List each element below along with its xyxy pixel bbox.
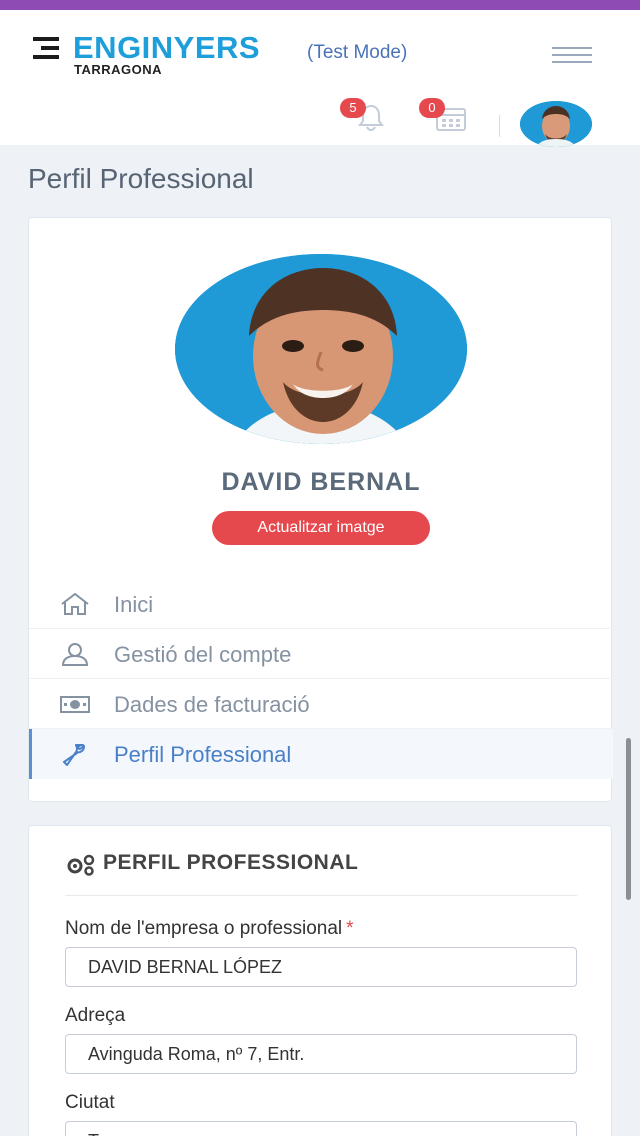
notifications-badge: 5 — [340, 98, 366, 118]
page-title: Perfil Professional — [28, 163, 254, 194]
company-name-label: Nom de l'empresa o professional * — [65, 918, 354, 940]
nav-item-professional-profile[interactable]: Perfil Professional — [29, 729, 613, 779]
gears-icon — [67, 854, 95, 876]
profile-name: DAVID BERNAL — [221, 468, 421, 496]
update-image-button[interactable]: Actualitzar imatge — [212, 511, 430, 545]
profile-photo — [175, 254, 467, 444]
nav-item-billing[interactable]: Dades de facturació — [29, 679, 613, 729]
scrollbar[interactable] — [626, 738, 631, 900]
header-divider — [499, 115, 500, 137]
form-divider — [65, 895, 577, 896]
nav-label: Dades de facturació — [114, 692, 310, 717]
profile-nav: Inici Gestió del compte Dades de factura… — [29, 579, 613, 779]
form-title: PERFIL PROFESSIONAL — [65, 851, 359, 876]
nav-item-account[interactable]: Gestió del compte — [29, 629, 613, 679]
home-icon — [61, 592, 89, 615]
hamburger-icon[interactable] — [552, 45, 592, 65]
required-marker: * — [346, 918, 354, 939]
address-label: Adreça — [65, 1005, 126, 1026]
company-name-label-text: Nom de l'empresa o professional — [65, 918, 343, 939]
city-label: Ciutat — [65, 1092, 115, 1113]
address-input[interactable] — [65, 1034, 577, 1074]
logo-mark-icon — [33, 37, 61, 59]
nav-label: Gestió del compte — [114, 642, 292, 667]
profile-card: DAVID BERNAL Actualitzar imatge Inici Ge… — [28, 217, 613, 802]
notifications-button[interactable]: 5 — [340, 98, 384, 138]
company-name-input[interactable] — [65, 947, 577, 987]
app-header: ENGINYERS TARRAGONA (Test Mode) 5 0 — [0, 10, 640, 147]
wrench-icon — [63, 744, 85, 766]
user-icon — [61, 643, 89, 666]
calendar-button[interactable]: 0 — [419, 98, 466, 138]
money-icon — [60, 696, 90, 713]
nav-label: Perfil Professional — [114, 742, 292, 767]
calendar-badge: 0 — [419, 98, 445, 118]
form-title-text: PERFIL PROFESSIONAL — [103, 851, 359, 874]
city-input[interactable] — [65, 1121, 577, 1136]
nav-item-inici[interactable]: Inici — [29, 579, 613, 629]
top-accent-bar — [0, 0, 640, 10]
user-avatar[interactable] — [520, 101, 592, 147]
logo-brand: ENGINYERS — [73, 30, 261, 65]
nav-label: Inici — [114, 592, 154, 617]
logo[interactable]: ENGINYERS TARRAGONA (Test Mode) — [33, 30, 453, 92]
professional-profile-form: PERFIL PROFESSIONAL Nom de l'empresa o p… — [28, 825, 612, 1136]
test-mode-label: (Test Mode) — [307, 42, 408, 63]
logo-subtitle: TARRAGONA — [74, 62, 163, 77]
